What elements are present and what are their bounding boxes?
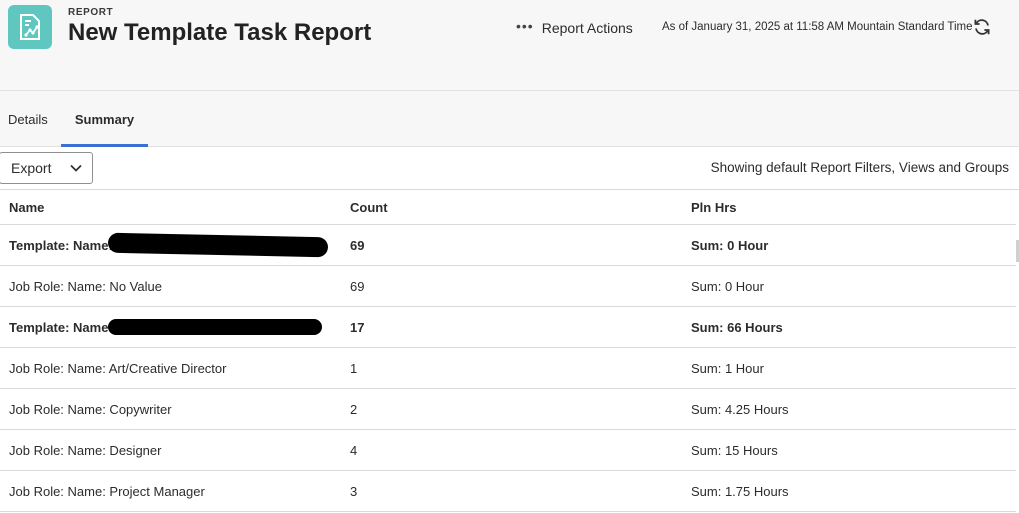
column-header-count[interactable]: Count	[350, 190, 388, 224]
table-row[interactable]: Template: Name: 17 Sum: 66 Hours	[0, 307, 1016, 348]
report-timestamp: As of January 31, 2025 at 11:58 AM Mount…	[662, 21, 973, 33]
refresh-button[interactable]	[971, 16, 993, 38]
row-count: 69	[350, 237, 365, 253]
report-toolbar: Export Showing default Report Filters, V…	[0, 147, 1019, 190]
table-header-row: Name Count Pln Hrs	[0, 190, 1016, 225]
page-title: New Template Task Report	[68, 19, 372, 46]
redaction-mark	[107, 232, 329, 258]
row-hours: Sum: 66 Hours	[691, 319, 783, 335]
row-count: 1	[350, 360, 358, 376]
row-name: Job Role: Name: Art/Creative Director	[9, 360, 227, 376]
column-header-name[interactable]: Name	[9, 190, 44, 224]
table-row[interactable]: Job Role: Name: Copywriter 2 Sum: 4.25 H…	[0, 389, 1016, 430]
table-row[interactable]: Job Role: Name: Project Manager 3 Sum: 1…	[0, 471, 1016, 512]
table-row[interactable]: Job Role: Name: No Value 69 Sum: 0 Hour	[0, 266, 1016, 307]
summary-table: Name Count Pln Hrs Template: Name: 69 Su…	[0, 190, 1016, 512]
report-actions-button[interactable]: ••• Report Actions	[516, 18, 633, 38]
row-name: Template: Name:	[9, 237, 113, 253]
tab-details[interactable]: Details	[8, 91, 48, 147]
row-name: Job Role: Name: Project Manager	[9, 483, 205, 499]
row-hours: Sum: 4.25 Hours	[691, 401, 789, 417]
row-name: Job Role: Name: Designer	[9, 442, 162, 458]
row-count: 2	[350, 401, 358, 417]
export-label: Export	[11, 160, 52, 176]
row-count: 17	[350, 319, 365, 335]
row-name: Job Role: Name: No Value	[9, 278, 162, 294]
row-name: Job Role: Name: Copywriter	[9, 401, 172, 417]
export-button[interactable]: Export	[0, 152, 93, 184]
row-count: 3	[350, 483, 358, 499]
row-name: Template: Name:	[9, 319, 113, 335]
report-tabs: Details Summary	[0, 91, 1019, 148]
report-icon	[8, 5, 52, 49]
tab-summary[interactable]: Summary	[61, 91, 148, 148]
redaction-mark	[108, 319, 322, 335]
table-row[interactable]: Job Role: Name: Designer 4 Sum: 15 Hours	[0, 430, 1016, 471]
refresh-icon	[974, 19, 990, 35]
page-eyebrow: REPORT	[68, 7, 114, 18]
table-row[interactable]: Job Role: Name: Art/Creative Director 1 …	[0, 348, 1016, 389]
row-hours: Sum: 1.75 Hours	[691, 483, 789, 499]
report-actions-label: Report Actions	[541, 20, 633, 36]
column-header-pln-hrs[interactable]: Pln Hrs	[691, 190, 737, 224]
row-count: 69	[350, 278, 365, 294]
row-hours: Sum: 15 Hours	[691, 442, 778, 458]
row-count: 4	[350, 442, 358, 458]
filters-note: Showing default Report Filters, Views an…	[710, 160, 1009, 175]
chevron-down-icon	[70, 164, 82, 172]
row-hours: Sum: 0 Hour	[691, 237, 769, 253]
report-header: REPORT New Template Task Report ••• Repo…	[0, 0, 1019, 91]
more-dots-icon: •••	[516, 18, 534, 34]
row-hours: Sum: 0 Hour	[691, 278, 764, 294]
row-hours: Sum: 1 Hour	[691, 360, 764, 376]
table-row[interactable]: Template: Name: 69 Sum: 0 Hour	[0, 225, 1016, 266]
